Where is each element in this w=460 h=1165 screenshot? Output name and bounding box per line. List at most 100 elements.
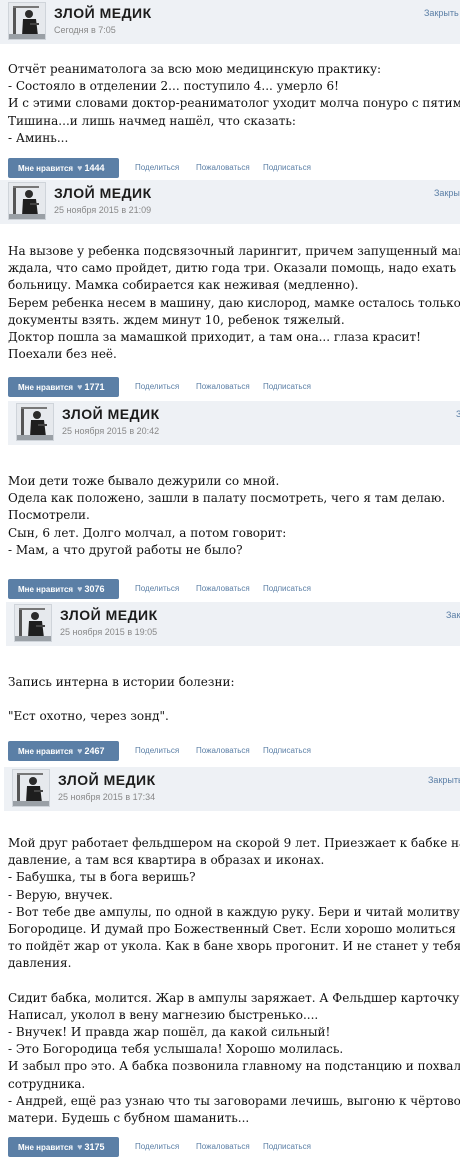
close-button[interactable]: Закрыть [434, 188, 460, 198]
report-button[interactable]: Пожаловаться [196, 1137, 250, 1157]
post-text-line: Тишина...и лишь начмед нашёл, что сказат… [8, 113, 296, 128]
close-button[interactable]: Закрыть [428, 775, 460, 785]
share-button[interactable]: Поделиться [135, 579, 179, 599]
author-name[interactable]: ЗЛОЙ МЕДИК [54, 185, 152, 201]
heart-icon: ♥ [77, 584, 83, 594]
post-text-line: - Вот тебе две ампулы, по одной в каждую… [8, 904, 460, 919]
like-label: Мне нравится [18, 383, 74, 392]
report-button[interactable]: Пожаловаться [196, 377, 250, 397]
post-text: Запись интерна в истории болезни: "Ест ох… [8, 674, 460, 726]
post-text-line: - Это Богородица тебя услышала! Хорошо м… [8, 1042, 344, 1057]
post-text-line: - Бабушка, ты в бога веришь? [8, 870, 196, 885]
subscribe-button[interactable]: Подписаться [263, 579, 311, 599]
share-button[interactable]: Поделиться [135, 377, 179, 397]
post-text-line: Богородице. И думай про Божественный Све… [8, 921, 460, 936]
post: ЗЛОЙ МЕДИК 25 ноября 2015 в 21:09 Закрыть Н… [0, 180, 460, 401]
like-count: 3076 [84, 584, 105, 594]
post-text: Мои дети тоже бывало дежурили со мной. Од… [8, 473, 460, 559]
like-button[interactable]: Мне нравится ♥ 1771 [8, 377, 119, 397]
subscribe-button[interactable]: Подписаться [263, 1137, 311, 1157]
author-name[interactable]: ЗЛОЙ МЕДИК [54, 5, 152, 21]
author-avatar[interactable] [8, 2, 46, 40]
post-text-line: Одела как положено, зашли в палату посмо… [8, 491, 446, 506]
author-avatar[interactable] [14, 604, 52, 642]
post-text-line: Отчёт реаниматолога за всю мою медицинск… [8, 62, 382, 76]
like-label: Мне нравится [18, 1143, 74, 1152]
heart-icon: ♥ [77, 382, 83, 392]
post-text-line: И с этими словами доктор-реаниматолог ух… [8, 96, 460, 111]
author-avatar[interactable] [12, 769, 50, 807]
heart-icon: ♥ [77, 1142, 83, 1152]
author-name[interactable]: ЗЛОЙ МЕДИК [62, 406, 160, 422]
post-text-line: документы взять. ждем минут 10, ребенок … [8, 312, 345, 327]
report-button[interactable]: Пожаловаться [196, 741, 250, 761]
post-date[interactable]: 25 ноября 2015 в 21:09 [54, 205, 151, 215]
like-button[interactable]: Мне нравится ♥ 2467 [8, 741, 119, 761]
doctor-avatar-icon [9, 183, 45, 219]
author-avatar[interactable] [8, 182, 46, 220]
heart-icon: ♥ [77, 746, 83, 756]
close-button[interactable]: Закрыть [424, 8, 459, 18]
author-avatar[interactable] [16, 403, 54, 441]
post-header: ЗЛОЙ МЕДИК 25 ноября 2015 в 19:05 Закрыть [6, 602, 460, 646]
author-name[interactable]: ЗЛОЙ МЕДИК [60, 607, 158, 623]
post-text-line: Поехали без неё. [8, 347, 117, 362]
post-text-line: "Ест охотно, через зонд". [8, 709, 169, 724]
post-text-line: Мой друг работает фельдшером на скорой 9… [8, 836, 460, 850]
doctor-avatar-icon [9, 3, 45, 39]
like-label: Мне нравится [18, 164, 74, 173]
post-text-line: Запись интерна в истории болезни: [8, 675, 235, 689]
doctor-avatar-icon [15, 605, 51, 641]
post-text-line: Мои дети тоже бывало дежурили со мной. [8, 474, 280, 488]
post-text-line: - Состояло в отделении 2... поступило 4.… [8, 79, 339, 94]
post-text-line: На вызове у ребенка подсвязочный ларинги… [8, 244, 460, 258]
post-text-line: - Верую, внучек. [8, 887, 113, 902]
post-text-line: - Андрей, ещё раз узнаю что ты заговорам… [8, 1093, 460, 1108]
close-button[interactable]: Закрыть [456, 409, 460, 419]
post-text-line: матери. Будешь с бубном шаманить... [8, 1111, 250, 1125]
post-date[interactable]: 25 ноября 2015 в 19:05 [60, 627, 157, 637]
subscribe-button[interactable]: Подписаться [263, 741, 311, 761]
share-button[interactable]: Поделиться [135, 741, 179, 761]
post-text-line: больницу. Мамка собирается как неживая (… [8, 278, 359, 293]
post-date[interactable]: Сегодня в 7:05 [54, 25, 116, 35]
post-text-line: Сидит бабка, молится. Жар в ампулы заряж… [8, 990, 460, 1005]
like-button[interactable]: Мне нравится ♥ 3175 [8, 1137, 119, 1157]
author-name[interactable]: ЗЛОЙ МЕДИК [58, 772, 156, 788]
share-button[interactable]: Поделиться [135, 158, 179, 178]
doctor-avatar-icon [13, 770, 49, 806]
post-text-line: давления. [8, 956, 72, 971]
post-date[interactable]: 25 ноября 2015 в 20:42 [62, 426, 159, 436]
post-text-line: Написал, уколол в вену магнезию быстрень… [8, 1007, 319, 1022]
subscribe-button[interactable]: Подписаться [263, 377, 311, 397]
post-text-line: Берем ребенка несем в машину, даю кислор… [8, 295, 460, 310]
close-button[interactable]: Закрыть [446, 610, 460, 620]
like-button[interactable]: Мне нравится ♥ 3076 [8, 579, 119, 599]
share-button[interactable]: Поделиться [135, 1137, 179, 1157]
post-text-line [8, 973, 460, 990]
post-header: ЗЛОЙ МЕДИК Сегодня в 7:05 Закрыть [0, 0, 460, 44]
post: ЗЛОЙ МЕДИК Сегодня в 7:05 Закрыть Отчёт реа… [0, 0, 460, 180]
post-header: ЗЛОЙ МЕДИК 25 ноября 2015 в 17:34 Закрыть [4, 767, 460, 811]
post-text-line [8, 691, 460, 708]
post-text-line: сотрудника. [8, 1076, 86, 1091]
post-text-line: И забыл про это. А бабка позвонила главн… [8, 1059, 460, 1074]
doctor-avatar-icon [17, 404, 53, 440]
post-header: ЗЛОЙ МЕДИК 25 ноября 2015 в 20:42 Закрыть [8, 401, 460, 445]
like-count: 1444 [84, 163, 105, 173]
post-header: ЗЛОЙ МЕДИК 25 ноября 2015 в 21:09 Закрыть [0, 180, 460, 224]
like-count: 2467 [84, 746, 105, 756]
post-text-line: давление, а там вся квартира в образах и… [8, 853, 325, 868]
report-button[interactable]: Пожаловаться [196, 579, 250, 599]
post: ЗЛОЙ МЕДИК25 ноября 2015 в 19:05ЗакрытьЗ… [0, 602, 460, 767]
heart-icon: ♥ [77, 163, 83, 173]
post-date[interactable]: 25 ноября 2015 в 17:34 [58, 792, 155, 802]
post-text-line: Доктор пошла за мамашкой приходит, а там… [8, 329, 421, 344]
post-text: Отчёт реаниматолога за всю мою медицинск… [8, 61, 460, 147]
post-text-line: Посмотрели. [8, 508, 90, 523]
like-button[interactable]: Мне нравится ♥ 1444 [8, 158, 119, 178]
subscribe-button[interactable]: Подписаться [263, 158, 311, 178]
post-text: На вызове у ребенка подсвязочный ларинги… [8, 243, 460, 363]
post-text-line: - Аминь... [8, 130, 69, 145]
report-button[interactable]: Пожаловаться [196, 158, 250, 178]
